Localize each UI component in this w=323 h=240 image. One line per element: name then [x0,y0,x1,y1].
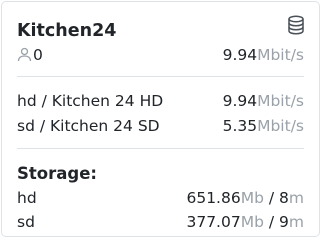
divider [17,76,304,77]
storage-size: 377.07 [186,213,241,231]
total-bitrate-value: 9.94 [222,46,258,64]
stream-row: sd / Kitchen 24 SD 5.35Mbit/s [17,116,304,136]
storage-separator: / [263,213,280,231]
storage-row: hd 651.86Mb / 8m [17,188,304,208]
stream-name: sd / Kitchen 24 SD [17,117,160,135]
summary-row: 0 9.94Mbit/s [17,45,304,65]
stream-bitrate-unit: Mbit/s [257,92,304,110]
viewers-count: 0 [17,45,43,65]
stream-card: Kitchen24 0 9.94Mbit/s hd / Kitchen 24 H… [1,1,320,237]
storage-usage: 651.86Mb / 8m [186,188,304,208]
stream-bitrate: 9.94Mbit/s [223,91,304,111]
total-bitrate: 9.94Mbit/s [223,45,304,65]
storage-name: sd [17,213,35,231]
storage-duration-unit: m [288,213,304,231]
storage-usage: 377.07Mb / 9m [186,212,304,232]
storage-separator: / [263,189,280,207]
stream-bitrate-value: 9.94 [222,92,258,110]
storage-title: Storage: [17,164,97,183]
storage-size-unit: Mb [240,213,264,231]
divider [17,148,304,149]
storage-row: sd 377.07Mb / 9m [17,212,304,232]
viewers-value: 0 [33,46,43,64]
stream-bitrate-value: 5.35 [222,117,258,135]
stream-name: hd / Kitchen 24 HD [17,92,164,110]
stream-row: hd / Kitchen 24 HD 9.94Mbit/s [17,91,304,111]
database-icon[interactable] [287,15,305,35]
storage-duration: 9 [279,213,289,231]
total-bitrate-unit: Mbit/s [257,46,304,64]
storage-size-unit: Mb [240,189,264,207]
storage-duration-unit: m [288,189,304,207]
storage-duration: 8 [279,189,289,207]
stream-bitrate: 5.35Mbit/s [223,116,304,136]
storage-name: hd [17,189,37,207]
stream-bitrate-unit: Mbit/s [257,117,304,135]
user-icon [17,47,32,62]
storage-size: 651.86 [186,189,241,207]
stream-title: Kitchen24 [17,21,117,41]
